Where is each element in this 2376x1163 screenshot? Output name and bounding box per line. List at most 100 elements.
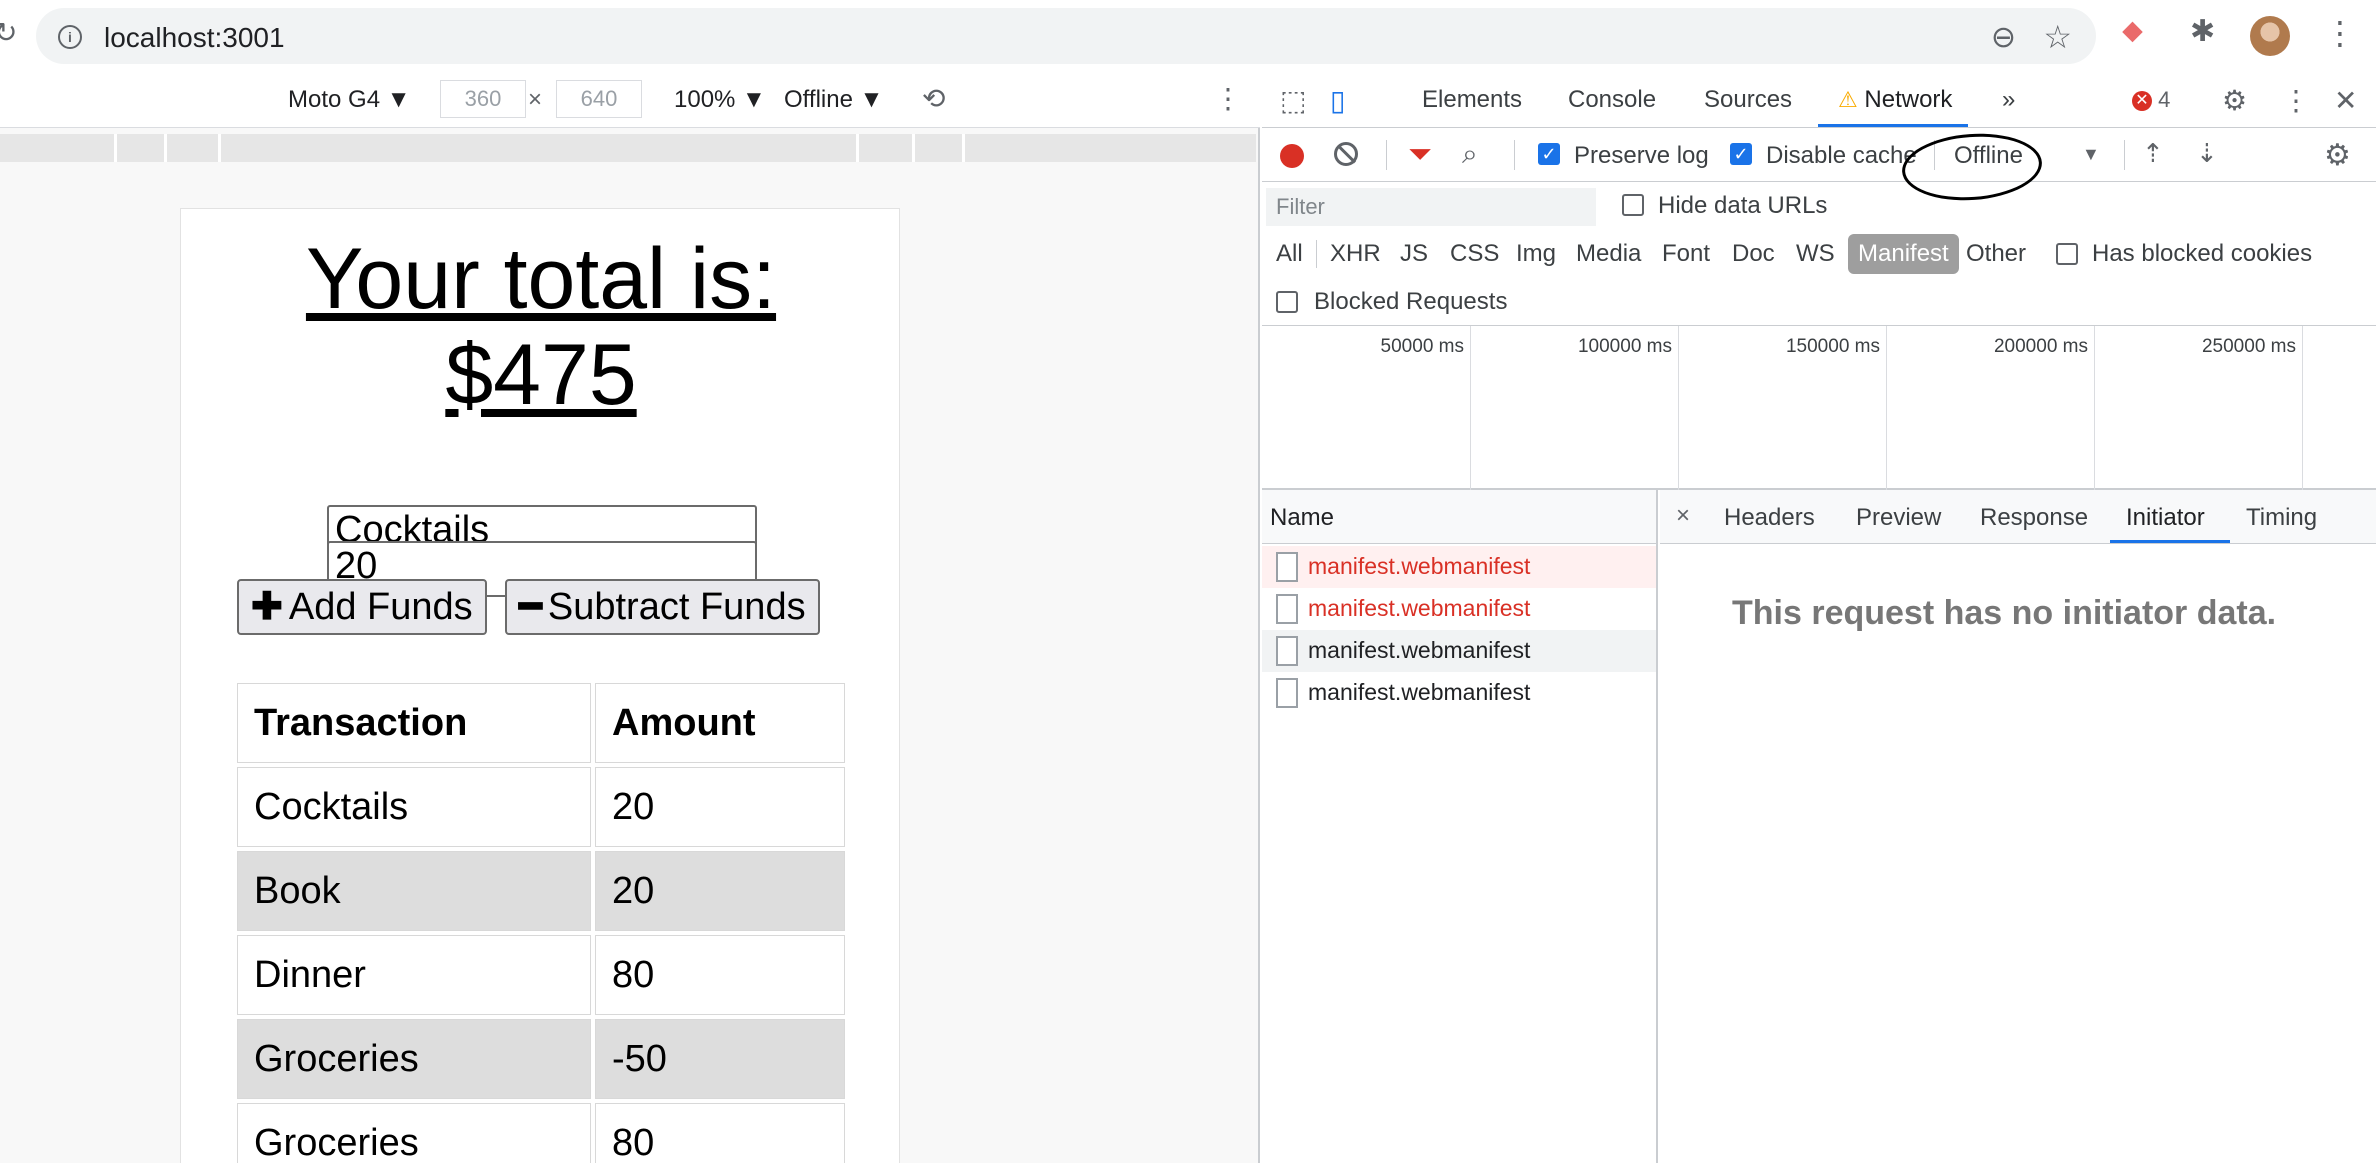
disable-cache-checkbox[interactable]: ✓ [1730, 143, 1752, 165]
no-initiator-message: This request has no initiator data. [1732, 594, 2277, 632]
close-devtools-icon[interactable]: ✕ [2334, 84, 2357, 117]
more-tabs-button[interactable]: » [2002, 86, 2015, 114]
row-amount: 80 [595, 1103, 845, 1163]
chevron-down-icon[interactable]: ▼ [2082, 144, 2100, 165]
subtract-funds-button[interactable]: ━ Subtract Funds [505, 579, 820, 635]
request-name: manifest.webmanifest [1308, 595, 1531, 621]
settings-icon[interactable]: ⚙ [2222, 84, 2247, 117]
tab-initiator[interactable]: Initiator [2126, 504, 2205, 532]
hide-data-urls-checkbox[interactable] [1622, 194, 1644, 216]
timeline-tick-label: 150000 ms [1785, 336, 1880, 357]
media-query-ruler[interactable] [0, 134, 1256, 162]
column-header-amount: Amount [595, 683, 845, 763]
blocked-requests-label: Blocked Requests [1314, 288, 1508, 315]
site-info-icon[interactable]: i [58, 25, 82, 49]
add-funds-button[interactable]: ✚ Add Funds [237, 579, 487, 635]
filter-input[interactable]: Filter [1266, 188, 1596, 226]
has-blocked-cookies-checkbox[interactable] [2056, 243, 2078, 265]
inspect-element-icon[interactable]: ⬚ [1280, 84, 1306, 117]
has-blocked-cookies-label: Has blocked cookies [2092, 240, 2313, 267]
table-row: Cocktails 20 [237, 767, 845, 847]
type-ws[interactable]: WS [1796, 240, 1835, 268]
tab-timing[interactable]: Timing [2246, 504, 2317, 532]
type-doc[interactable]: Doc [1732, 240, 1775, 268]
tab-headers[interactable]: Headers [1724, 504, 1815, 532]
blocked-requests-checkbox[interactable] [1276, 291, 1298, 313]
minus-icon: ━ [519, 586, 542, 628]
filter-funnel-icon[interactable]: ⏷ [1408, 138, 1432, 172]
browser-menu-icon[interactable]: ⋮ [2324, 14, 2356, 52]
hide-data-urls-label: Hide data URLs [1658, 192, 1828, 219]
error-count-badge[interactable]: ✕ 4 [2132, 87, 2170, 113]
total-label: Your total is: [305, 231, 777, 327]
device-menu-icon[interactable]: ⋮ [1214, 82, 1242, 115]
type-manifest[interactable]: Manifest [1848, 234, 1959, 274]
type-other[interactable]: Other [1966, 240, 2026, 268]
row-amount: 20 [595, 767, 845, 847]
request-name: manifest.webmanifest [1308, 679, 1531, 705]
profile-avatar[interactable] [2250, 16, 2290, 56]
import-har-icon[interactable]: ⇡ [2142, 138, 2164, 169]
type-js[interactable]: JS [1400, 240, 1428, 268]
type-img[interactable]: Img [1516, 240, 1556, 268]
request-row[interactable]: manifest.webmanifest [1262, 672, 1656, 714]
tab-elements[interactable]: Elements [1422, 86, 1522, 114]
request-list: Name manifest.webmanifest manifest.webma… [1262, 490, 1658, 1163]
browser-toolbar: ↻ i localhost:3001 ⊖ ☆ ⬥ ✱ ⋮ [0, 0, 2376, 72]
type-xhr[interactable]: XHR [1330, 240, 1381, 268]
clear-icon[interactable] [1334, 142, 1358, 166]
table-row: Dinner 80 [237, 935, 845, 1015]
error-count: 4 [2158, 87, 2171, 112]
search-icon[interactable]: ⌕ [1462, 138, 1478, 171]
tab-preview[interactable]: Preview [1856, 504, 1941, 532]
device-select[interactable]: Moto G4 ▼ [288, 86, 410, 114]
close-detail-icon[interactable]: × [1676, 502, 1690, 530]
address-bar[interactable]: i localhost:3001 ⊖ ☆ [36, 8, 2096, 64]
extensions-puzzle-icon[interactable]: ✱ [2190, 14, 2215, 49]
reload-icon[interactable]: ↻ [0, 16, 17, 49]
preserve-log-label: Preserve log [1574, 142, 1709, 169]
document-icon [1276, 594, 1298, 624]
device-throttle-select[interactable]: Offline ▼ [784, 86, 883, 114]
rotate-icon[interactable]: ⟲ [922, 82, 945, 115]
dimension-times: × [528, 86, 543, 113]
device-width-input[interactable]: 360 [440, 80, 526, 118]
name-column-header[interactable]: Name [1262, 490, 1656, 544]
type-font[interactable]: Font [1662, 240, 1710, 268]
request-row[interactable]: manifest.webmanifest [1262, 546, 1656, 588]
network-toolbar: ⏷ ⌕ ✓ Preserve log ✓ Disable cache Offli… [1262, 128, 2376, 205]
export-har-icon[interactable]: ⇣ [2196, 138, 2218, 169]
row-transaction: Book [237, 851, 591, 931]
bookmark-star-icon[interactable]: ☆ [2043, 18, 2072, 56]
tab-network[interactable]: ⚠ Network [1838, 86, 1952, 114]
request-row[interactable]: manifest.webmanifest [1262, 588, 1656, 630]
record-icon[interactable] [1280, 144, 1304, 168]
add-funds-label: Add Funds [288, 586, 473, 628]
network-timeline-overview[interactable]: 50000 ms 100000 ms 150000 ms 200000 ms 2… [1262, 326, 2376, 490]
type-css[interactable]: CSS [1450, 240, 1499, 268]
network-settings-icon[interactable]: ⚙ [2324, 138, 2351, 173]
device-zoom-select[interactable]: 100% ▼ [674, 86, 766, 114]
tab-console[interactable]: Console [1568, 86, 1656, 114]
url-text[interactable]: localhost:3001 [104, 22, 285, 54]
zoom-icon[interactable]: ⊖ [1991, 20, 2016, 55]
tab-sources[interactable]: Sources [1704, 86, 1792, 114]
preserve-log-checkbox[interactable]: ✓ [1538, 143, 1560, 165]
type-all[interactable]: All [1276, 240, 1303, 268]
tab-response[interactable]: Response [1980, 504, 2088, 532]
disable-cache-label: Disable cache [1766, 142, 1917, 169]
table-header-row: Transaction Amount [237, 683, 845, 763]
device-toggle-icon[interactable]: ▯ [1330, 84, 1345, 117]
extension-icon[interactable]: ⬥ [2122, 14, 2143, 48]
row-transaction: Groceries [237, 1103, 591, 1163]
type-media[interactable]: Media [1576, 240, 1641, 268]
row-amount: -50 [595, 1019, 845, 1099]
device-toolbar: Moto G4 ▼ 360 × 640 100% ▼ Offline ▼ ⟲ ⋮ [0, 72, 1260, 128]
request-name: manifest.webmanifest [1308, 637, 1531, 663]
request-row[interactable]: manifest.webmanifest [1262, 630, 1656, 672]
devtools-menu-icon[interactable]: ⋮ [2282, 84, 2310, 117]
transactions-table: Transaction Amount Cocktails 20 Book 20 … [233, 679, 849, 1163]
devtools-tab-bar: ⬚ ▯ Elements Console Sources ⚠ Network »… [1262, 72, 2376, 128]
blocked-requests-row: Blocked Requests [1262, 278, 2376, 326]
device-height-input[interactable]: 640 [556, 80, 642, 118]
